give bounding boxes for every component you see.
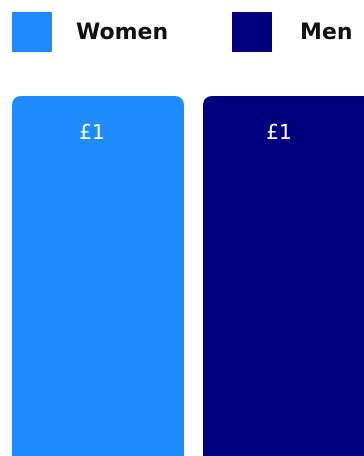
bar-value-label-women: £1 xyxy=(79,120,104,144)
bar-women xyxy=(12,96,184,456)
bar-men xyxy=(203,96,364,456)
bar-value-label-men: £1 xyxy=(266,120,291,144)
bar-chart: £1 £1 xyxy=(12,96,364,456)
